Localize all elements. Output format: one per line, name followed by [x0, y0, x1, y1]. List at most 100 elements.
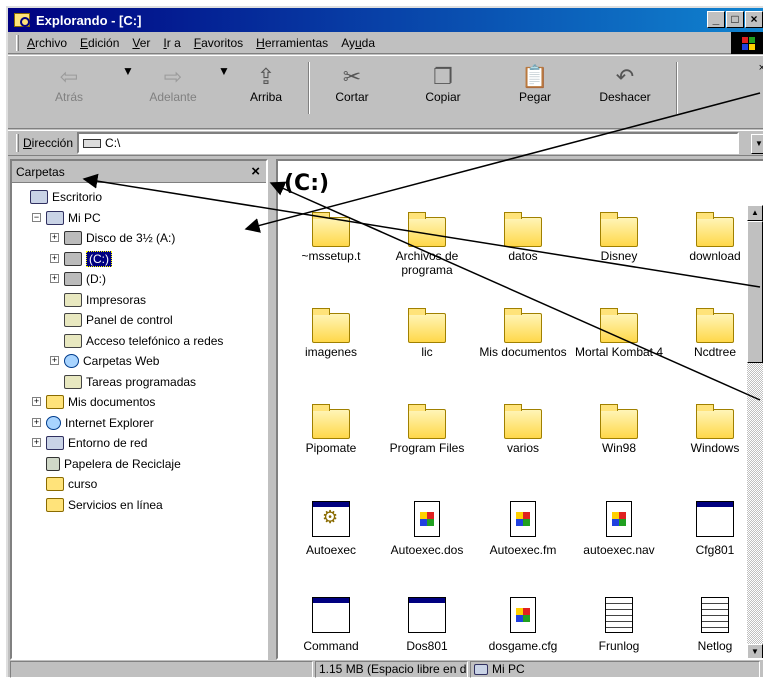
file-item[interactable]: ~mssetup.t — [284, 212, 378, 263]
file-item[interactable]: Autoexec.fm — [476, 501, 570, 557]
expand-icon[interactable]: + — [50, 356, 59, 365]
tree-item[interactable]: Escritorio — [30, 187, 102, 207]
expand-icon[interactable]: + — [32, 438, 41, 447]
forward-button[interactable]: ⇨ Adelante — [140, 64, 206, 104]
tree-item[interactable]: Papelera de Reciclaje — [46, 454, 181, 474]
tree-item[interactable]: Tareas programadas — [64, 372, 196, 392]
view-heading: (C:) — [284, 171, 330, 196]
file-item[interactable]: Frunlog — [572, 597, 666, 653]
file-item[interactable]: Win98 — [572, 404, 666, 455]
address-input[interactable]: C:\ — [77, 132, 740, 154]
vertical-scrollbar[interactable]: ▲ ▼ — [747, 205, 763, 658]
address-value: C:\ — [105, 136, 121, 150]
menu-herramientas[interactable]: Herramientas — [256, 36, 328, 50]
minimize-button[interactable]: _ — [707, 11, 725, 28]
back-dropdown-icon[interactable]: ▼ — [122, 64, 134, 78]
file-item[interactable]: autoexec.nav — [572, 501, 666, 557]
menu-archivo[interactable]: Archivo — [27, 36, 67, 50]
tree-item-label: (C:) — [86, 250, 112, 267]
file-item[interactable]: Pipomate — [284, 404, 378, 455]
explorer-window: Explorando - [C:] _ □ × Archivo Edición … — [6, 6, 763, 679]
menu-ver[interactable]: Ver — [132, 36, 150, 50]
document-icon — [414, 501, 440, 537]
file-item[interactable]: dosgame.cfg — [476, 597, 570, 653]
paste-button[interactable]: 📋 Pegar — [513, 64, 557, 104]
title-bar[interactable]: Explorando - [C:] _ □ × — [8, 8, 763, 32]
collapse-icon[interactable]: − — [32, 212, 41, 222]
application-icon — [312, 597, 350, 633]
tree-item[interactable]: − Mi PC — [32, 208, 101, 228]
file-item[interactable]: Dos801 — [380, 597, 474, 653]
file-item-label: Mis documentos — [479, 345, 567, 359]
tree-item-label: Entorno de red — [68, 436, 148, 450]
expand-icon[interactable]: + — [50, 233, 59, 242]
cdrom-icon — [64, 272, 82, 286]
file-item[interactable]: Autoexec.dos — [380, 501, 474, 557]
file-item[interactable]: Autoexec — [284, 501, 378, 557]
expand-icon[interactable]: + — [50, 274, 59, 283]
close-button[interactable]: × — [745, 11, 763, 28]
back-button[interactable]: ⇦ Atrás — [44, 64, 94, 104]
back-arrow-icon: ⇦ — [59, 64, 79, 89]
copy-button[interactable]: ❐ Copiar — [420, 64, 466, 104]
tree-item[interactable]: + Carpetas Web — [50, 351, 159, 371]
file-item[interactable]: lic — [380, 308, 474, 359]
file-item-label: Frunlog — [598, 639, 640, 653]
file-item[interactable]: Archivos de programa — [380, 212, 474, 277]
maximize-button[interactable]: □ — [726, 11, 744, 28]
file-item[interactable]: datos — [476, 212, 570, 263]
expand-icon[interactable]: + — [32, 397, 41, 406]
computer-icon — [46, 210, 64, 225]
status-bar: 1.15 MB (Espacio libre en d Mi PC — [8, 660, 763, 679]
scroll-down-button[interactable]: ▼ — [747, 644, 763, 658]
file-item[interactable]: Disney — [572, 212, 666, 263]
scroll-thumb[interactable] — [747, 221, 763, 363]
file-item[interactable]: Program Files — [380, 404, 474, 455]
toolbar-chevron-icon[interactable]: × — [759, 62, 763, 74]
tree-item[interactable]: Impresoras — [64, 290, 146, 310]
menu-favoritos[interactable]: Favoritos — [194, 36, 243, 50]
tree-item[interactable]: + Disco de 3½ (A:) — [50, 228, 176, 248]
file-item-label: Command — [303, 639, 359, 653]
paste-label: Pegar — [518, 90, 552, 104]
menu-edicion[interactable]: Edición — [80, 36, 119, 50]
up-button[interactable]: ⇪ Arriba — [244, 64, 288, 104]
scroll-up-button[interactable]: ▲ — [747, 205, 763, 221]
file-item[interactable]: Command — [284, 597, 378, 653]
menu-ir-a[interactable]: Ir a — [163, 36, 180, 50]
cut-label: Cortar — [335, 90, 369, 104]
tree-item-label: Internet Explorer — [65, 415, 154, 430]
copy-label: Copiar — [425, 90, 461, 104]
file-item[interactable]: imagenes — [284, 308, 378, 359]
tree-item[interactable]: Panel de control — [64, 310, 173, 330]
tree-item-label: Papelera de Reciclaje — [64, 456, 181, 471]
tree-item[interactable]: Servicios en línea — [46, 495, 163, 515]
tree-item[interactable]: curso — [46, 474, 97, 494]
file-item[interactable]: Mortal Kombat 4 — [572, 308, 666, 359]
file-item[interactable]: Mis documentos — [476, 308, 570, 359]
forward-dropdown-icon[interactable]: ▼ — [218, 64, 230, 78]
undo-button[interactable]: ↶ Deshacer — [592, 64, 658, 104]
expand-icon[interactable]: + — [32, 417, 41, 427]
tree-item[interactable]: + Mis documentos — [32, 392, 155, 412]
menu-grip[interactable] — [16, 34, 19, 51]
folders-pane-close-button[interactable]: × — [251, 163, 260, 180]
expand-icon[interactable]: + — [50, 253, 59, 263]
tree-item[interactable]: + Internet Explorer — [32, 413, 154, 433]
tree-item-label: Disco de 3½ (A:) — [86, 231, 176, 245]
text-file-icon — [605, 597, 633, 633]
address-grip[interactable] — [16, 134, 19, 152]
address-dropdown-button[interactable]: ▼ — [751, 134, 763, 154]
address-bar: Dirección C:\ ▼ — [8, 130, 763, 156]
menu-bar: Archivo Edición Ver Ir a Favoritos Herra… — [8, 32, 763, 54]
cut-button[interactable]: ✂ Cortar — [330, 64, 374, 104]
tree-item[interactable]: + (C:) — [50, 249, 112, 269]
file-item[interactable]: varios — [476, 404, 570, 455]
tree-item[interactable]: + Entorno de red — [32, 433, 148, 453]
folder-icon — [408, 404, 446, 439]
menu-ayuda[interactable]: Ayuda — [341, 36, 375, 50]
tree-item[interactable]: Acceso telefónico a redes — [64, 331, 223, 351]
document-icon — [510, 597, 536, 633]
tree-item[interactable]: + (D:) — [50, 269, 106, 289]
file-item-label: dosgame.cfg — [488, 639, 558, 653]
